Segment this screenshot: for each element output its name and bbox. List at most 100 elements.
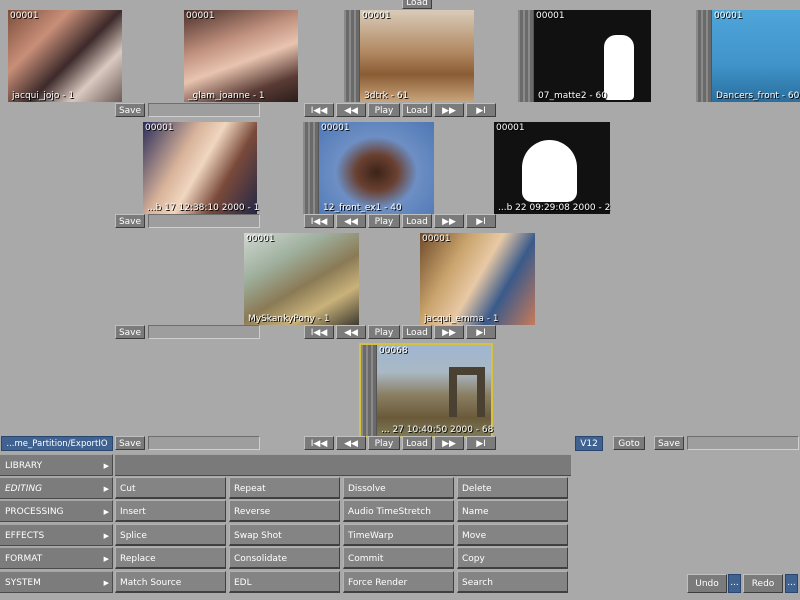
forward-end-button[interactable]: ▶I	[466, 214, 496, 228]
splice-button[interactable]: Splice	[115, 524, 226, 546]
name-field[interactable]	[148, 436, 260, 450]
load-button[interactable]: Load	[402, 436, 432, 450]
load-button[interactable]: Load	[402, 214, 432, 228]
audio-timestretch-button[interactable]: Audio TimeStretch	[343, 500, 454, 522]
clip-thumbnail[interactable]: 00001 12_front_ex1 - 40	[303, 122, 434, 214]
clip-thumbnail[interactable]: 00001 jacqui_jojo - 1	[8, 10, 122, 102]
rewind-start-button[interactable]: I◀◀	[304, 103, 334, 117]
clip-thumbnail[interactable]: 00001 3dtrk - 61	[344, 10, 474, 102]
forward-button[interactable]: ▶▶	[434, 436, 464, 450]
repeat-button[interactable]: Repeat	[229, 477, 340, 499]
delete-button[interactable]: Delete	[457, 477, 568, 499]
clip-thumbnail[interactable]: 00001 07_matte2 - 60	[518, 10, 651, 102]
clip-thumbnail[interactable]: 00001 ...b 22 09:29:08 2000 - 2	[494, 122, 610, 214]
arrow-right-icon: ▶	[103, 462, 109, 470]
rewind-start-button[interactable]: I◀◀	[304, 214, 334, 228]
reel-button[interactable]: V12	[575, 436, 603, 451]
rewind-button[interactable]: ◀◀	[336, 214, 366, 228]
name-button[interactable]: Name	[457, 500, 568, 522]
right-save-button[interactable]: Save	[654, 436, 684, 450]
clip-timecode: 00001	[145, 123, 174, 133]
clip-frame	[143, 122, 257, 214]
partition-path-button[interactable]: ...me_Partition/ExportIO	[1, 436, 113, 451]
rewind-start-button[interactable]: I◀◀	[304, 325, 334, 339]
forward-button[interactable]: ▶▶	[434, 214, 464, 228]
forward-end-button[interactable]: ▶I	[466, 103, 496, 117]
save-button[interactable]: Save	[115, 325, 145, 339]
clip-timecode: 00001	[10, 11, 39, 21]
clip-thumbnail[interactable]: 00001 MySkankyPony - 1	[244, 233, 359, 325]
category-effects[interactable]: EFFECTS ▶	[0, 524, 113, 546]
dissolve-button[interactable]: Dissolve	[343, 477, 454, 499]
forward-button[interactable]: ▶▶	[434, 103, 464, 117]
clip-frame	[360, 10, 474, 102]
rewind-button[interactable]: ◀◀	[336, 325, 366, 339]
redo-more-button[interactable]: ...	[785, 574, 798, 593]
play-button[interactable]: Play	[368, 103, 400, 117]
name-field[interactable]	[148, 103, 260, 117]
name-field[interactable]	[148, 325, 260, 339]
load-button[interactable]: Load	[402, 103, 432, 117]
forward-end-button[interactable]: ▶I	[466, 436, 496, 450]
play-button[interactable]: Play	[368, 325, 400, 339]
clip-name: MySkankyPony - 1	[248, 314, 330, 324]
play-button[interactable]: Play	[368, 436, 400, 450]
clip-timecode: 00001	[536, 11, 565, 21]
save-button[interactable]: Save	[115, 214, 145, 228]
rewind-start-button[interactable]: I◀◀	[304, 436, 334, 450]
arrow-right-icon: ▶	[103, 485, 109, 493]
play-button[interactable]: Play	[368, 214, 400, 228]
commit-button[interactable]: Commit	[343, 547, 454, 569]
load-button-top[interactable]: Load	[402, 0, 432, 9]
clip-thumbnail-selected[interactable]: 00068 ... 27 10:40:50 2000 - 68	[359, 343, 493, 438]
reverse-button[interactable]: Reverse	[229, 500, 340, 522]
clip-thumbnail[interactable]: 00001 jacqui_emma - 1	[420, 233, 535, 325]
search-button[interactable]: Search	[457, 571, 568, 593]
name-field[interactable]	[148, 214, 260, 228]
undo-button[interactable]: Undo	[687, 574, 727, 593]
clip-timecode: 00001	[186, 11, 215, 21]
copy-button[interactable]: Copy	[457, 547, 568, 569]
category-format[interactable]: FORMAT ▶	[0, 547, 113, 569]
goto-button[interactable]: Goto	[613, 436, 645, 450]
forward-end-button[interactable]: ▶I	[466, 325, 496, 339]
timewarp-button[interactable]: TimeWarp	[343, 524, 454, 546]
clip-frame	[420, 233, 535, 325]
move-button[interactable]: Move	[457, 524, 568, 546]
save-button[interactable]: Save	[115, 103, 145, 117]
arrow-right-icon: ▶	[103, 555, 109, 563]
save-button[interactable]: Save	[115, 436, 145, 450]
rewind-button[interactable]: ◀◀	[336, 436, 366, 450]
replace-button[interactable]: Replace	[115, 547, 226, 569]
clip-thumbnail[interactable]: 00001 ...b 17 12:38:10 2000 - 1	[143, 122, 259, 214]
clip-timecode: 00001	[496, 123, 525, 133]
force-render-button[interactable]: Force Render	[343, 571, 454, 593]
category-system[interactable]: SYSTEM ▶	[0, 571, 113, 593]
load-button[interactable]: Load	[402, 325, 432, 339]
swap-shot-button[interactable]: Swap Shot	[229, 524, 340, 546]
category-processing[interactable]: PROCESSING ▶	[0, 500, 113, 522]
library-bar	[115, 454, 571, 476]
clip-thumbnail[interactable]: 00001 _glam_joanne - 1	[184, 10, 298, 102]
right-name-field[interactable]	[687, 436, 799, 450]
clip-frame	[494, 122, 610, 214]
redo-button[interactable]: Redo	[743, 574, 783, 593]
clip-timecode: 00001	[246, 234, 275, 244]
edl-button[interactable]: EDL	[229, 571, 340, 593]
clip-name: 07_matte2 - 60	[538, 91, 607, 101]
insert-button[interactable]: Insert	[115, 500, 226, 522]
forward-button[interactable]: ▶▶	[434, 325, 464, 339]
undo-more-button[interactable]: ...	[728, 574, 741, 593]
category-editing[interactable]: EDITING ▶	[0, 477, 113, 499]
match-source-button[interactable]: Match Source	[115, 571, 226, 593]
clip-timecode: 00001	[714, 11, 743, 21]
clip-frame	[712, 10, 800, 102]
stone-shape	[449, 367, 485, 417]
clip-thumbnail[interactable]: 00001 Dancers_front - 60	[696, 10, 800, 102]
consolidate-button[interactable]: Consolidate	[229, 547, 340, 569]
arrow-right-icon: ▶	[103, 579, 109, 587]
cut-button[interactable]: Cut	[115, 477, 226, 499]
clip-name: Dancers_front - 60	[716, 91, 800, 101]
category-library[interactable]: LIBRARY ▶	[0, 454, 113, 476]
rewind-button[interactable]: ◀◀	[336, 103, 366, 117]
